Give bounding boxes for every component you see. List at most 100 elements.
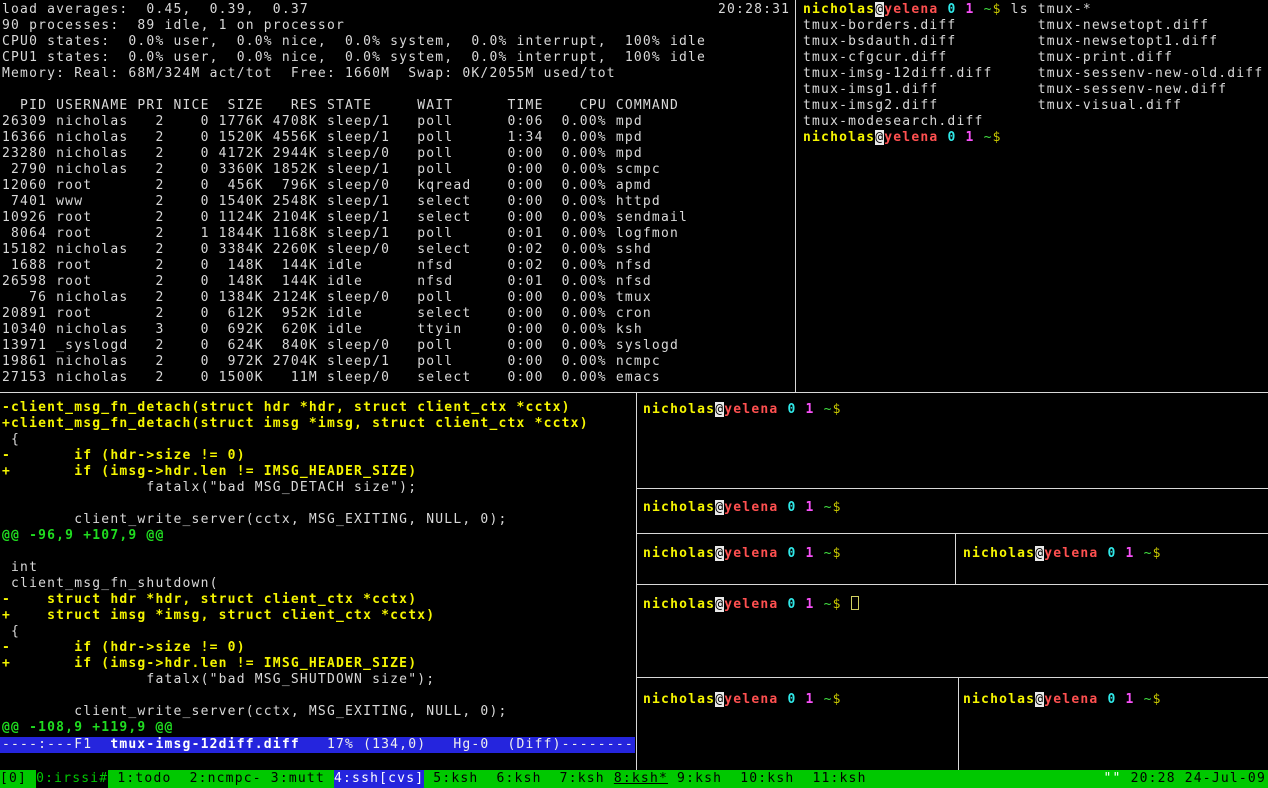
prompt-line: nicholas@yelena 0 1 ~$ <box>963 546 1162 562</box>
pane-shell-7[interactable]: nicholas@yelena 0 1 ~$ <box>959 678 1268 770</box>
diff-line: +client_msg_fn_detach(struct imsg *imsg,… <box>2 416 589 432</box>
prompt-space <box>815 402 824 417</box>
shell-prompt: nicholas@yelena 0 1 ~$ <box>643 692 842 707</box>
prompt-jobs: 1 <box>806 500 815 515</box>
top-output-line: load averages: 0.45, 0.39, 0.37 <box>2 2 706 18</box>
prompt-at: @ <box>715 402 724 417</box>
prompt-tilde: ~ <box>1144 546 1153 561</box>
diff-line <box>2 544 589 560</box>
pane-shell-6[interactable]: nicholas@yelena 0 1 ~$ <box>637 678 958 770</box>
diff-line <box>2 496 589 512</box>
prompt-tilde: ~ <box>824 402 833 417</box>
prompt-at: @ <box>715 546 724 561</box>
top-output-line: 27153 nicholas 2 0 1500K 11M sleep/0 sel… <box>2 370 706 386</box>
pane-shell-3[interactable]: nicholas@yelena 0 1 ~$ <box>637 534 955 584</box>
prompt-jobs: 1 <box>1126 692 1135 707</box>
pane-shell-2[interactable]: nicholas@yelena 0 1 ~$ <box>637 489 1268 533</box>
prompt-line: nicholas@yelena 0 1 ~$ <box>643 500 842 516</box>
shell-prompt: nicholas@yelena 0 1 ~$ <box>963 546 1162 561</box>
prompt-at: @ <box>1035 546 1044 561</box>
window-item-current[interactable]: 8:ksh* <box>614 770 668 788</box>
prompt-space <box>815 597 824 612</box>
pane-border[interactable] <box>637 533 1268 534</box>
prompt-jobs: 1 <box>966 2 975 17</box>
mode-line-prefix: ----:---F1 <box>2 737 110 752</box>
status-clock-date: 20:28 24-Jul-09 <box>1122 770 1266 788</box>
shell-prompt: nicholas@yelena 0 1 ~$ <box>643 597 842 612</box>
prompt-at: @ <box>715 500 724 515</box>
top-output-line: 26598 root 2 0 148K 144K idle nfsd 0:01 … <box>2 274 706 290</box>
top-output-line: 19861 nicholas 2 0 972K 2704K sleep/1 po… <box>2 354 706 370</box>
prompt-host: yelena <box>724 597 778 612</box>
diff-line: client_write_server(cctx, MSG_EXITING, N… <box>2 704 589 720</box>
pane-shell-1[interactable]: nicholas@yelena 0 1 ~$ <box>637 393 1268 488</box>
pane-border[interactable] <box>0 392 1268 393</box>
top-output-line: 10340 nicholas 3 0 692K 620K idle ttyin … <box>2 322 706 338</box>
prompt-tilde: ~ <box>984 130 993 145</box>
top-output-line: Memory: Real: 68M/324M act/tot Free: 166… <box>2 66 706 82</box>
pane-emacs[interactable]: -client_msg_fn_detach(struct hdr *hdr, s… <box>0 393 635 770</box>
top-output-line: 26309 nicholas 2 0 1776K 4708K sleep/1 p… <box>2 114 706 130</box>
prompt-user: nicholas <box>803 2 875 17</box>
prompt-at: @ <box>1035 692 1044 707</box>
window-items-c[interactable]: 9:ksh 10:ksh 11:ksh <box>668 770 867 788</box>
emacs-mode-line: ----:---F1 tmux-imsg-12diff.diff 17% (13… <box>0 737 635 753</box>
pane-border[interactable] <box>637 677 1268 678</box>
prompt-space <box>1135 692 1144 707</box>
ls-output-line: tmux-bsdauth.diff tmux-newsetopt1.diff <box>803 34 1263 50</box>
window-items-b[interactable]: 5:ksh 6:ksh 7:ksh <box>424 770 614 788</box>
prompt-jobs: 1 <box>806 402 815 417</box>
diff-line: -client_msg_fn_detach(struct hdr *hdr, s… <box>2 400 589 416</box>
prompt-dollar: $ <box>993 130 1002 145</box>
mode-line-info: 17% (134,0) Hg-0 (Diff)-------- <box>300 737 634 752</box>
diff-line: { <box>2 432 589 448</box>
diff-line: - struct hdr *hdr, struct client_ctx *cc… <box>2 592 589 608</box>
prompt-dollar: $ <box>833 402 842 417</box>
pane-border[interactable] <box>955 534 956 584</box>
diff-line: + if (imsg->hdr.len != IMSG_HEADER_SIZE) <box>2 656 589 672</box>
top-output-line: 16366 nicholas 2 0 1520K 4556K sleep/1 p… <box>2 130 706 146</box>
top-output-line: CPU1 states: 0.0% user, 0.0% nice, 0.0% … <box>2 50 706 66</box>
prompt-user: nicholas <box>643 597 715 612</box>
top-output-line: 13971 _syslogd 2 0 624K 840K sleep/0 pol… <box>2 338 706 354</box>
prompt-dollar: $ <box>1153 692 1162 707</box>
prompt-at: @ <box>875 2 884 17</box>
diff-line: @@ -108,9 +119,9 @@ <box>2 720 589 736</box>
prompt-dollar: $ <box>1153 546 1162 561</box>
shell-prompt: nicholas@yelena 0 1 ~$ <box>643 500 842 515</box>
prompt-space <box>975 2 984 17</box>
prompt-line: nicholas@yelena 0 1 ~$ <box>643 692 842 708</box>
prompt-line: nicholas@yelena 0 1 ~$ <box>643 546 842 562</box>
top-output-line: 90 processes: 89 idle, 1 on processor <box>2 18 706 34</box>
prompt-host: yelena <box>724 402 778 417</box>
prompt-space <box>975 130 984 145</box>
prompt-space <box>956 130 965 145</box>
top-output-line: 15182 nicholas 2 0 3384K 2260K sleep/0 s… <box>2 242 706 258</box>
pane-border[interactable] <box>795 0 796 393</box>
prompt-space <box>1116 692 1125 707</box>
pane-shell-ls[interactable]: nicholas@yelena 0 1 ~$ ls tmux-* tmux-bo… <box>797 0 1268 392</box>
pane-border[interactable] <box>958 678 959 770</box>
ls-output-line: tmux-borders.diff tmux-newsetopt.diff <box>803 18 1263 34</box>
prompt-user: nicholas <box>963 546 1035 561</box>
prompt-space <box>815 500 824 515</box>
prompt-host: yelena <box>884 2 938 17</box>
prompt-line: nicholas@yelena 0 1 ~$ <box>643 402 842 418</box>
prompt-space <box>1135 546 1144 561</box>
pane-border[interactable] <box>637 584 1268 585</box>
prompt-jobs: 1 <box>806 692 815 707</box>
prompt-jobs: 1 <box>1126 546 1135 561</box>
pane-border[interactable] <box>636 393 637 770</box>
pane-shell-4[interactable]: nicholas@yelena 0 1 ~$ <box>956 534 1268 584</box>
shell-prompt: nicholas@yelena 0 1 ~$ <box>963 692 1162 707</box>
pane-top-command[interactable]: load averages: 0.45, 0.39, 0.3790 proces… <box>0 0 794 392</box>
pane-border[interactable] <box>637 488 1268 489</box>
pane-title-quotes: "" <box>1104 770 1122 788</box>
mode-line-filename: tmux-imsg-12diff.diff <box>110 737 300 752</box>
window-item-ssh-cvs-alert[interactable]: 4:ssh[cvs] <box>334 770 424 788</box>
prompt-jobs: 1 <box>806 597 815 612</box>
window-item-irssi-activity[interactable]: 0:irssi# <box>36 770 108 788</box>
window-items-a[interactable]: 1:todo 2:ncmpc- 3:mutt <box>108 770 334 788</box>
pane-shell-5[interactable]: nicholas@yelena 0 1 ~$ <box>637 585 1268 677</box>
session-indicator: [0] <box>0 770 36 788</box>
